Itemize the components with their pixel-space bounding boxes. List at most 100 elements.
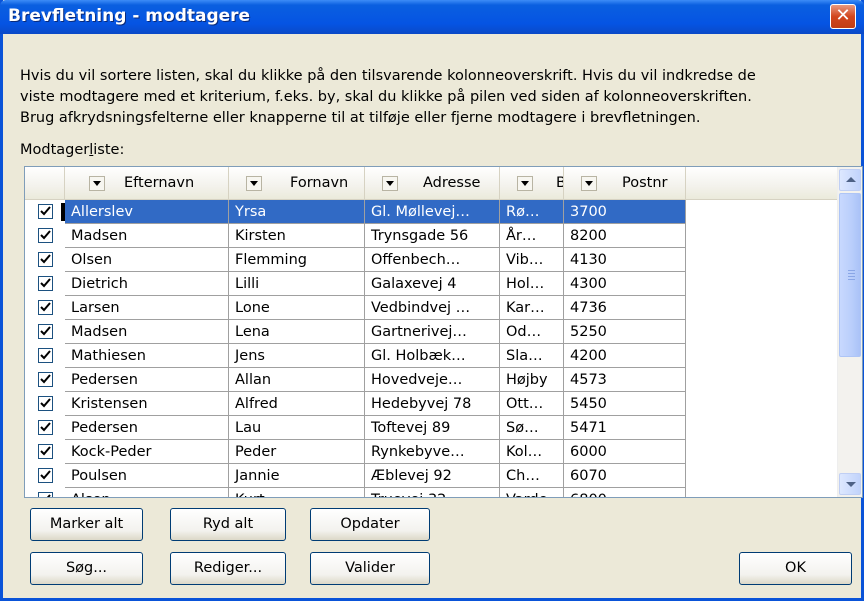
table-row[interactable]: Kristensen Alfred Hedebyvej 78 Ott… 5450 <box>25 392 837 416</box>
include-checkbox[interactable] <box>38 300 53 315</box>
include-checkbox[interactable] <box>38 228 53 243</box>
grip-line <box>848 279 855 280</box>
row-checkbox-cell <box>25 224 65 248</box>
cell-efternavn: Pedersen <box>65 368 229 392</box>
row-checkbox-cell <box>25 464 65 488</box>
table-row[interactable]: Pedersen Lau Toftevej 89 Sø… 5471 <box>25 416 837 440</box>
cell-fornavn: Peder <box>229 440 365 464</box>
checkmark-icon <box>40 230 51 240</box>
cell-efternavn: Poulsen <box>65 464 229 488</box>
validate-button[interactable]: Valider <box>310 552 430 585</box>
table-row[interactable]: Olsen Flemming Offenbech… Vib… 4130 <box>25 248 837 272</box>
cell-postnr: 6000 <box>564 440 686 464</box>
include-checkbox[interactable] <box>38 444 53 459</box>
include-checkbox[interactable] <box>38 468 53 483</box>
find-button[interactable]: Søg... <box>30 552 143 585</box>
row-checkbox-cell <box>25 392 65 416</box>
close-button[interactable]: ✕ <box>830 4 856 29</box>
dropdown-arrow-icon[interactable] <box>581 176 597 191</box>
scroll-down-arrow-icon[interactable] <box>839 473 861 495</box>
dropdown-arrow-icon[interactable] <box>382 176 398 191</box>
include-checkbox[interactable] <box>38 396 53 411</box>
row-checkbox-cell <box>25 272 65 296</box>
cell-efternavn: Kristensen <box>65 392 229 416</box>
checkmark-icon <box>40 422 51 432</box>
recipient-list[interactable]: Efternavn Fornavn Adresse By Postnr Alle… <box>24 166 863 498</box>
table-row[interactable]: AlsenKurtTruevej 32Varde6800 <box>25 488 837 497</box>
cell-by: Vib… <box>500 248 564 272</box>
cell-efternavn: Olsen <box>65 248 229 272</box>
select-all-button[interactable]: Marker alt <box>30 508 143 541</box>
cell-fornavn: Lena <box>229 320 365 344</box>
scroll-up-arrow-icon[interactable] <box>839 169 861 191</box>
column-header-by[interactable]: By <box>500 167 564 199</box>
vertical-scrollbar[interactable] <box>837 167 862 497</box>
column-header-adresse[interactable]: Adresse <box>365 167 500 199</box>
checkmark-icon <box>40 302 51 312</box>
row-checkbox-cell <box>25 320 65 344</box>
include-checkbox[interactable] <box>38 372 53 387</box>
include-checkbox[interactable] <box>38 324 53 339</box>
button-label: Opdater <box>340 516 400 532</box>
cell-fornavn: Kurt <box>229 488 365 497</box>
edit-button[interactable]: Rediger... <box>170 552 286 585</box>
table-row[interactable]: Poulsen Jannie Æblevej 92 Ch… 6070 <box>25 464 837 488</box>
cell-by: Sø… <box>500 416 564 440</box>
table-row[interactable]: Madsen Kirsten Trynsgade 56 År… 8200 <box>25 224 837 248</box>
row-checkbox-cell <box>25 248 65 272</box>
include-checkbox[interactable] <box>38 348 53 363</box>
row-checkbox-cell <box>25 368 65 392</box>
row-checkbox-cell <box>25 200 65 224</box>
table-row[interactable]: Pedersen Allan Hovedveje… Højby 4573 <box>25 368 837 392</box>
cell-postnr: 5471 <box>564 416 686 440</box>
recipient-list-label: Modtagerliste: <box>20 142 124 158</box>
table-row[interactable]: Mathiesen Jens Gl. Holbæk… Sla… 4200 <box>25 344 837 368</box>
cell-fornavn: Jens <box>229 344 365 368</box>
cell-adresse: Hedebyvej 78 <box>365 392 500 416</box>
dropdown-arrow-icon[interactable] <box>89 176 105 191</box>
include-checkbox[interactable] <box>38 420 53 435</box>
cell-efternavn: Dietrich <box>65 272 229 296</box>
cell-postnr: 4573 <box>564 368 686 392</box>
table-row[interactable]: Kock-Peder Peder Rynkebyve… Kol… 6000 <box>25 440 837 464</box>
checkmark-icon <box>40 446 51 456</box>
dropdown-arrow-icon[interactable] <box>517 176 533 191</box>
table-row[interactable]: Madsen Lena Gartnerivej… Od… 5250 <box>25 320 837 344</box>
dropdown-arrow-icon[interactable] <box>246 176 262 191</box>
button-label: Ryd alt <box>202 516 254 532</box>
header-filler <box>686 167 837 199</box>
refresh-button[interactable]: Opdater <box>310 508 430 541</box>
cell-adresse: Gartnerivej… <box>365 320 500 344</box>
cell-by: Højby <box>500 368 564 392</box>
column-header-efternavn[interactable]: Efternavn <box>65 167 229 199</box>
column-label: Fornavn <box>290 175 349 191</box>
column-header-fornavn[interactable]: Fornavn <box>229 167 365 199</box>
checkmark-icon <box>40 326 51 336</box>
include-checkbox[interactable] <box>38 252 53 267</box>
scrollbar-thumb[interactable] <box>839 193 861 357</box>
table-row[interactable]: Dietrich Lilli Galaxevej 4 Hol… 4300 <box>25 272 837 296</box>
column-header-postnr[interactable]: Postnr <box>564 167 686 199</box>
cell-adresse: Truevej 32 <box>365 488 500 497</box>
cell-by: Varde <box>500 488 564 497</box>
title-bar[interactable]: Brevfletning - modtagere ✕ <box>0 0 864 34</box>
ok-button[interactable]: OK <box>739 552 852 585</box>
cell-adresse: Trynsgade 56 <box>365 224 500 248</box>
cell-postnr: 4736 <box>564 296 686 320</box>
checkmark-icon <box>46 494 51 497</box>
include-checkbox[interactable] <box>38 492 53 497</box>
header-checkbox-column[interactable] <box>25 167 65 199</box>
checkmark-icon <box>40 374 51 384</box>
include-checkbox[interactable] <box>38 276 53 291</box>
cell-adresse: Hovedveje… <box>365 368 500 392</box>
include-checkbox[interactable] <box>38 204 53 219</box>
button-label: Rediger... <box>193 560 263 576</box>
table-row[interactable]: Allerslev Yrsa Gl. Møllevej… Rø… 3700 <box>25 200 837 224</box>
cell-postnr: 4300 <box>564 272 686 296</box>
cell-by: Hol… <box>500 272 564 296</box>
checkmark-icon <box>40 398 51 408</box>
clear-all-button[interactable]: Ryd alt <box>170 508 286 541</box>
cell-by: Ch… <box>500 464 564 488</box>
table-row[interactable]: Larsen Lone Vedbindvej … Kar… 4736 <box>25 296 837 320</box>
column-label: Adresse <box>423 175 481 191</box>
